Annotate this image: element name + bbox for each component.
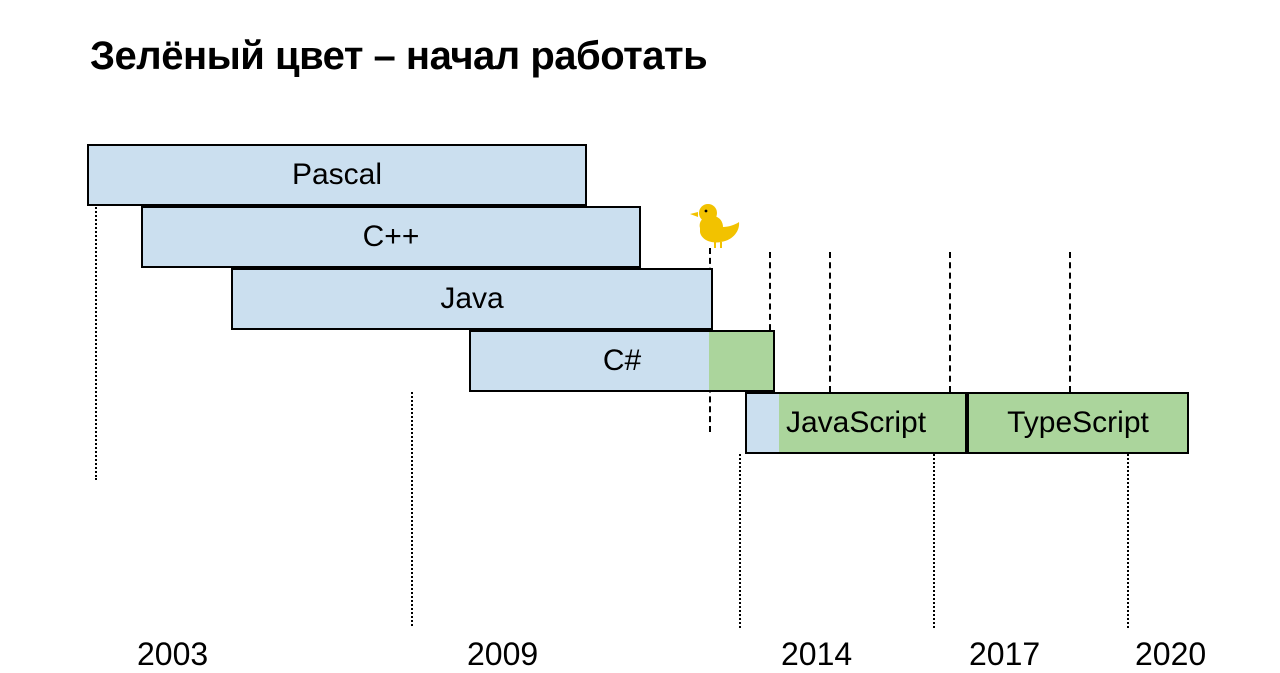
gridline-2017 [933, 454, 935, 628]
dashline-4 [949, 252, 951, 392]
bar-csharp-working [709, 332, 773, 390]
year-label-2003: 2003 [137, 636, 208, 673]
bar-label: Java [440, 282, 503, 316]
bar-label: TypeScript [1007, 406, 1149, 440]
gridline-2020 [1127, 454, 1129, 628]
page-title: Зелёный цвет – начал работать [90, 34, 1190, 79]
dashline-3 [829, 252, 831, 392]
duck-icon [690, 200, 744, 255]
timeline-chart: Pascal C++ Java C# JavaScript TypeScript [95, 144, 1190, 534]
bar-pascal: Pascal [87, 144, 587, 206]
year-label-2020: 2020 [1135, 636, 1206, 673]
slide-root: Зелёный цвет – начал работать Pascal C++… [0, 0, 1280, 617]
bar-label: Pascal [292, 158, 382, 192]
bar-cpp: C++ [141, 206, 641, 268]
bar-ts: TypeScript [967, 392, 1189, 454]
year-label-2014: 2014 [781, 636, 852, 673]
bar-label: C# [603, 344, 641, 378]
bar-java: Java [231, 268, 713, 330]
bar-csharp: C# [469, 330, 775, 392]
year-label-2017: 2017 [969, 636, 1040, 673]
bar-label: C++ [363, 220, 420, 254]
year-label-2009: 2009 [467, 636, 538, 673]
dashline-5 [1069, 252, 1071, 392]
bar-js: JavaScript [745, 392, 967, 454]
gridline-2014 [739, 454, 741, 628]
gridline-2009 [411, 392, 413, 626]
bar-label: JavaScript [786, 406, 926, 440]
